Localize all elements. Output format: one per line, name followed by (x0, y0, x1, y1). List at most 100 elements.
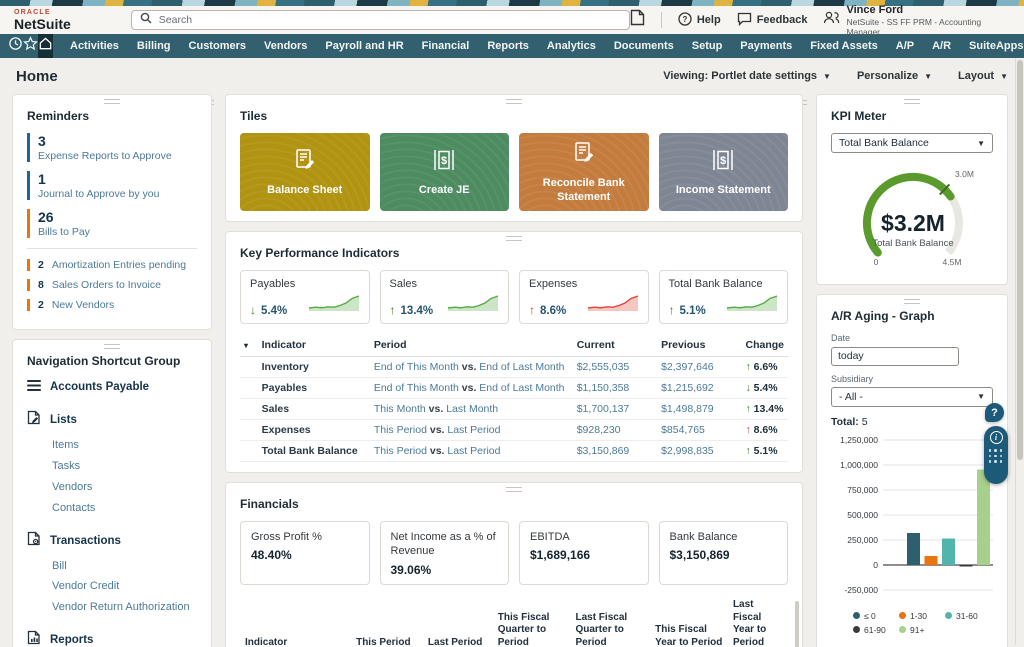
page-scrollbar[interactable] (1015, 58, 1024, 645)
reminder-item[interactable]: 8Sales Orders to Invoice (27, 279, 197, 291)
new-document-icon[interactable] (630, 9, 645, 31)
portlet-drag-handle[interactable] (104, 99, 120, 104)
assistant-floating-widget[interactable]: i (984, 426, 1008, 484)
portlet-scrollbar[interactable] (795, 601, 799, 647)
recent-records-button[interactable] (8, 34, 23, 58)
home-button[interactable] (38, 34, 53, 58)
nav-item-a-r[interactable]: A/R (923, 34, 960, 58)
shortcut-link-vendor-credit[interactable]: Vendor Credit (52, 576, 197, 597)
nav-item-fixed-assets[interactable]: Fixed Assets (801, 34, 886, 58)
kpi-row-current[interactable]: $928,230 (573, 420, 657, 441)
shortcut-root-accounts-payable[interactable]: Accounts Payable (27, 378, 197, 396)
date-input[interactable] (831, 347, 959, 366)
financial-stat-net-income-as-a-of-revenue[interactable]: Net Income as a % of Revenue39.06% (380, 521, 510, 585)
user-menu[interactable]: Vince Ford NetSuite - SS FF PRM - Accoun… (823, 4, 1010, 37)
feedback-button[interactable]: Feedback (737, 12, 808, 29)
shortcut-link-vendors[interactable]: Vendors (52, 477, 197, 498)
subsidiary-select[interactable]: - All - ▼ (831, 387, 993, 407)
kpi-row-current[interactable]: $3,150,869 (573, 441, 657, 462)
period-link[interactable]: End of This Month (374, 361, 459, 373)
table-row[interactable]: ExpensesThis Period vs. Last Period$928,… (240, 420, 788, 441)
reminder-highlight[interactable]: 1Journal to Approve by you (27, 171, 197, 200)
reminder-item[interactable]: 2New Vendors (27, 299, 197, 311)
portlet-drag-handle[interactable] (506, 99, 522, 104)
nav-item-payroll-and-hr[interactable]: Payroll and HR (316, 34, 412, 58)
reminder-item[interactable]: 2Amortization Entries pending (27, 259, 197, 271)
portlet-drag-handle[interactable] (506, 487, 522, 492)
layout-dropdown[interactable]: Layout ▼ (958, 70, 1008, 82)
shortcut-link-vendor-return-authorization[interactable]: Vendor Return Authorization (52, 597, 197, 618)
financial-stat-value: 39.06% (391, 563, 499, 577)
kpi-card-sales[interactable]: Sales↑13.4% (380, 270, 510, 324)
scrollbar-thumb[interactable] (1017, 60, 1023, 460)
table-row[interactable]: InventoryEnd of This Month vs. End of La… (240, 357, 788, 378)
table-row[interactable]: SalesThis Month vs. Last Month$1,700,137… (240, 399, 788, 420)
kpi-row-current[interactable]: $1,150,358 (573, 378, 657, 399)
nav-item-customers[interactable]: Customers (180, 34, 255, 58)
shortcut-link-tasks[interactable]: Tasks (52, 456, 197, 477)
reminder-highlight[interactable]: 26Bills to Pay (27, 209, 197, 238)
viewing-settings-dropdown[interactable]: Viewing: Portlet date settings ▼ (663, 70, 831, 82)
kpi-row-previous[interactable]: $2,998,835 (657, 441, 741, 462)
reminder-highlight[interactable]: 3Expense Reports to Approve (27, 133, 197, 162)
period-link[interactable]: Last Month (446, 403, 498, 415)
kpi-meter-select[interactable]: Total Bank Balance ▼ (831, 133, 993, 153)
shortcuts-button[interactable] (23, 34, 38, 58)
portlet-drag-handle[interactable] (904, 99, 920, 104)
nav-item-analytics[interactable]: Analytics (538, 34, 605, 58)
tile-reconcile-bank-statement[interactable]: Reconcile Bank Statement (519, 133, 649, 211)
personalize-dropdown[interactable]: Personalize ▼ (857, 70, 932, 82)
table-filter-caret[interactable]: ▾ (240, 336, 258, 357)
period-link[interactable]: This Period (374, 424, 427, 436)
nav-item-reports[interactable]: Reports (478, 34, 538, 58)
kpi-row-current[interactable]: $2,555,035 (573, 357, 657, 378)
period-link[interactable]: This Month (374, 403, 426, 415)
portlet-drag-handle[interactable] (104, 344, 120, 349)
kpi-row-previous[interactable]: $1,215,692 (657, 378, 741, 399)
nav-item-setup[interactable]: Setup (683, 34, 732, 58)
nav-item-suiteapps[interactable]: SuiteApps (960, 34, 1024, 58)
shortcut-link-contacts[interactable]: Contacts (52, 498, 197, 519)
period-link[interactable]: Last Period (447, 445, 500, 457)
nav-item-activities[interactable]: Activities (61, 34, 128, 58)
help-floating-button[interactable]: ? (985, 403, 1004, 422)
kpi-row-previous[interactable]: $854,765 (657, 420, 741, 441)
kpi-row-period: End of This Month vs. End of Last Month (370, 357, 573, 378)
table-row[interactable]: PayablesEnd of This Month vs. End of Las… (240, 378, 788, 399)
global-search-input[interactable]: Search (131, 10, 630, 30)
tile-create-je[interactable]: $Create JE (380, 133, 510, 211)
kpi-card-expenses[interactable]: Expenses↑8.6% (519, 270, 649, 324)
nav-item-vendors[interactable]: Vendors (255, 34, 316, 58)
portlet-drag-handle[interactable] (506, 236, 522, 241)
nav-item-a-p[interactable]: A/P (887, 34, 923, 58)
kpi-card-payables[interactable]: Payables↓5.4% (240, 270, 370, 324)
period-link[interactable]: End of Last Month (479, 382, 564, 394)
nav-item-billing[interactable]: Billing (128, 34, 180, 58)
kpi-row-previous[interactable]: $1,498,879 (657, 399, 741, 420)
kpi-row-current[interactable]: $1,700,137 (573, 399, 657, 420)
portlet-drag-handle[interactable] (904, 299, 920, 304)
financial-stat-ebitda[interactable]: EBITDA$1,689,166 (519, 521, 649, 585)
shortcut-group-lists[interactable]: Lists (27, 410, 197, 430)
netsuite-logo[interactable]: ORACLE NetSuite (14, 9, 71, 31)
tile-income-statement[interactable]: $Income Statement (659, 133, 789, 211)
shortcut-link-bill[interactable]: Bill (52, 556, 197, 577)
nav-item-documents[interactable]: Documents (605, 34, 683, 58)
kpi-row-previous[interactable]: $2,397,646 (657, 357, 741, 378)
table-row[interactable]: Total Bank BalanceThis Period vs. Last P… (240, 441, 788, 462)
period-link[interactable]: End of Last Month (479, 361, 564, 373)
help-button[interactable]: ? Help (678, 12, 721, 29)
svg-text:?: ? (682, 15, 687, 24)
shortcut-link-items[interactable]: Items (52, 435, 197, 456)
period-link[interactable]: End of This Month (374, 382, 459, 394)
tile-balance-sheet[interactable]: Balance Sheet (240, 133, 370, 211)
financial-stat-bank-balance[interactable]: Bank Balance$3,150,869 (659, 521, 789, 585)
financial-stat-gross-profit-[interactable]: Gross Profit %48.40% (240, 521, 370, 585)
nav-item-financial[interactable]: Financial (413, 34, 479, 58)
shortcut-group-reports[interactable]: Reports (27, 630, 197, 647)
period-link[interactable]: Last Period (447, 424, 500, 436)
kpi-card-total-bank-balance[interactable]: Total Bank Balance↑5.1% (659, 270, 789, 324)
period-link[interactable]: This Period (374, 445, 427, 457)
nav-item-payments[interactable]: Payments (731, 34, 801, 58)
shortcut-group-transactions[interactable]: Transactions (27, 531, 197, 551)
